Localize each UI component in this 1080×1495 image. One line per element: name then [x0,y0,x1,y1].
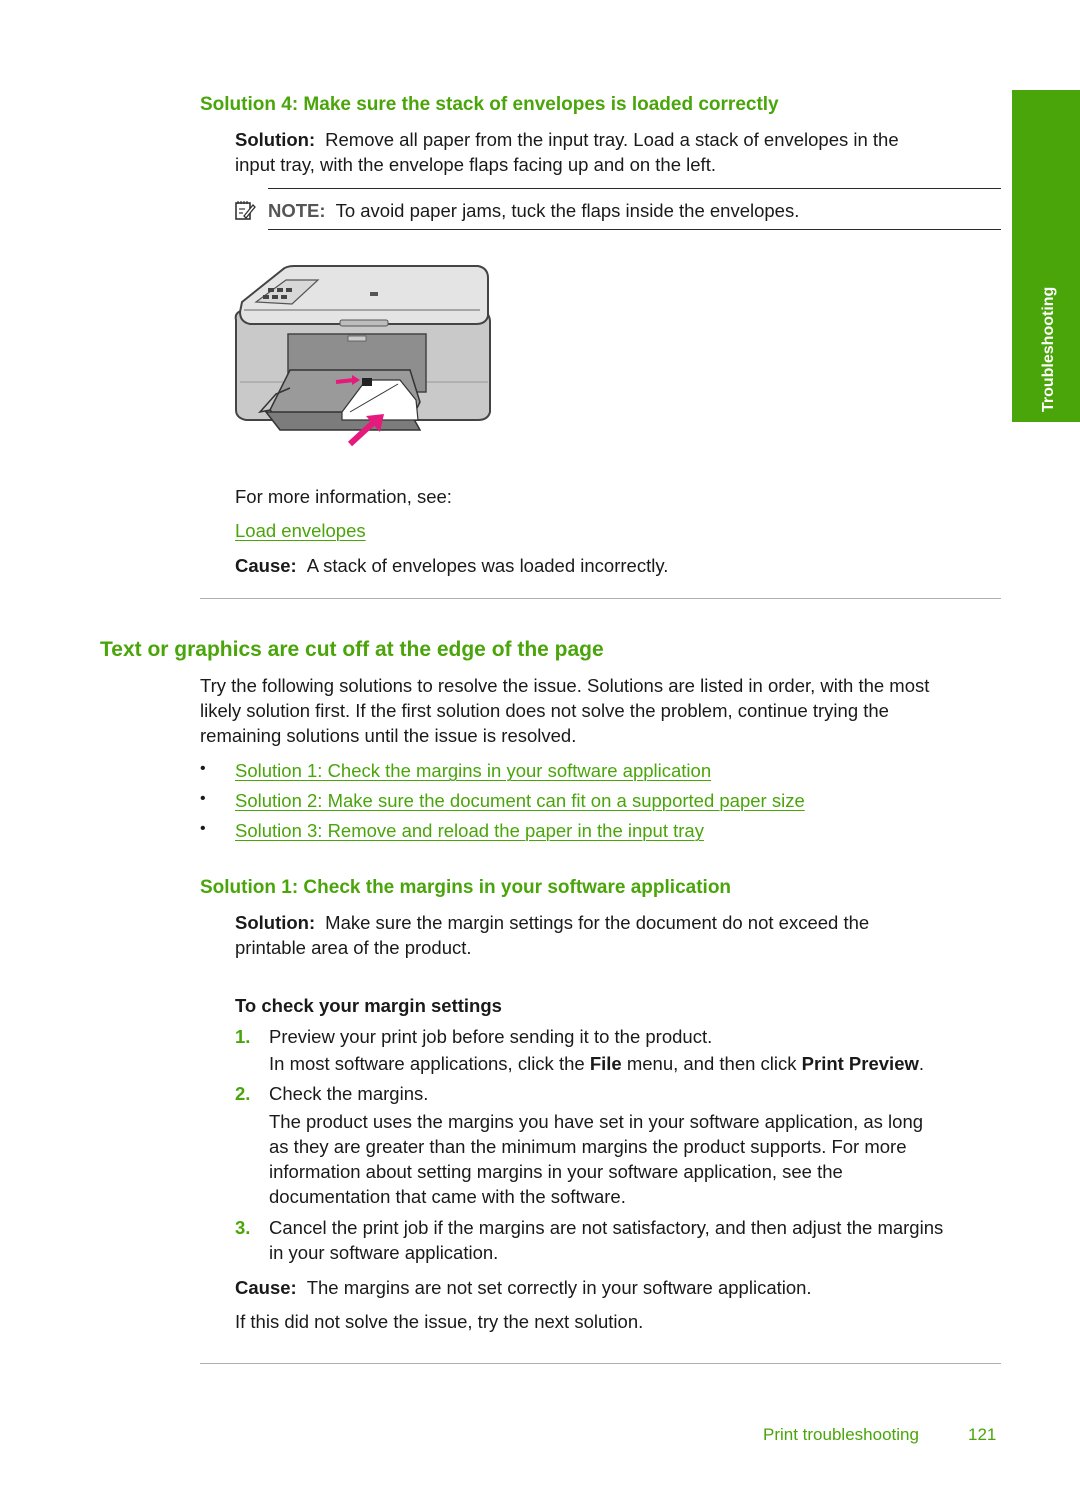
step-number: 1. [235,1026,251,1047]
print-preview-ref: Print Preview [801,1053,919,1074]
printer-envelope-figure [230,262,495,447]
solution4-cause: Cause: A stack of envelopes was loaded in… [235,555,669,576]
step-number: 2. [235,1083,251,1104]
section-divider [200,598,1001,599]
intro-line1: Try the following solutions to resolve t… [200,675,930,696]
note-text: NOTE: To avoid paper jams, tuck the flaps… [268,200,800,221]
page-number: 121 [968,1425,997,1444]
intro-line2: likely solution first. If the first solu… [200,700,889,721]
note-bottom-rule [268,229,1001,230]
solution3-link[interactable]: Solution 3: Remove and reload the paper … [235,818,704,843]
note-label: NOTE: [268,200,326,221]
step1-text: Preview your print job before sending it… [269,1026,713,1047]
solution4-heading: Solution 4: Make sure the stack of envel… [200,94,779,115]
solution4-solution-line1: Solution: Remove all paper from the input… [235,129,899,150]
step-number: 3. [235,1217,251,1238]
cause-label: Cause: [235,555,297,576]
step1-detail: In most software applications, click the… [269,1053,925,1074]
section-heading: Text or graphics are cut off at the edge… [100,638,604,661]
step3-text-line2: in your software application. [269,1242,499,1263]
footer-section-title: Print troubleshooting [763,1425,919,1444]
next-solution-text: If this did not solve the issue, try the… [235,1311,644,1332]
step2-detail-line2: as they are greater than the minimum mar… [269,1136,907,1157]
file-menu-ref: File [589,1053,622,1074]
section-divider [200,1363,1001,1364]
solution-label: Solution: [235,912,316,933]
solution1-heading: Solution 1: Check the margins in your so… [200,877,732,898]
step3-text-line1: Cancel the print job if the margins are … [269,1217,944,1238]
more-info-text: For more information, see: [235,486,452,507]
side-tab-troubleshooting: Troubleshooting [1012,90,1080,422]
procedure-title: To check your margin settings [235,995,502,1016]
solution1-link[interactable]: Solution 1: Check the margins in your so… [235,758,711,783]
solution2-link[interactable]: Solution 2: Make sure the document can f… [235,788,805,813]
bullet: • [200,790,206,807]
step2-detail-line4: documentation that came with the softwar… [269,1186,626,1207]
bullet: • [200,820,206,837]
step2-text: Check the margins. [269,1083,429,1104]
step2-detail-line3: information about setting margins in you… [269,1161,843,1182]
solution4-solution-line2: input tray, with the envelope flaps faci… [235,154,716,175]
note-icon [234,199,256,221]
bullet: • [200,760,206,777]
solution1-solution-line2: printable area of the product. [235,937,472,958]
cause-label: Cause: [235,1277,297,1298]
solution-label: Solution: [235,129,316,150]
load-envelopes-link[interactable]: Load envelopes [235,518,366,543]
note-top-rule [268,188,1001,189]
step2-detail-line1: The product uses the margins you have se… [269,1111,924,1132]
solution1-solution-line1: Solution: Make sure the margin settings f… [235,912,870,933]
intro-line3: remaining solutions until the issue is r… [200,725,577,746]
solution1-cause: Cause: The margins are not set correctly … [235,1277,812,1298]
side-tab-label: Troubleshooting [1040,286,1057,412]
